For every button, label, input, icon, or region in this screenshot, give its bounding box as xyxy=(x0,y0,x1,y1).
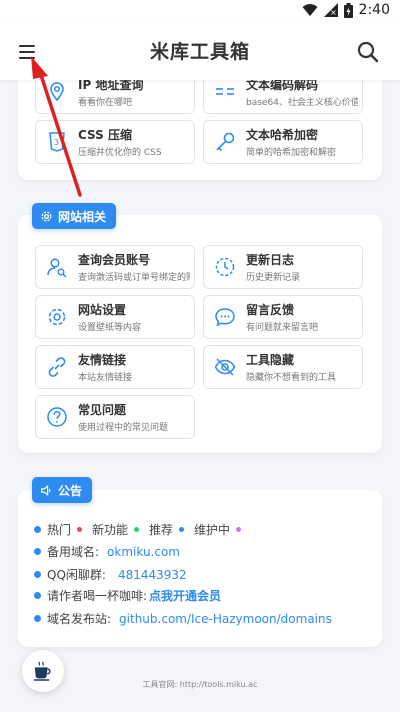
bullet xyxy=(34,592,41,599)
tool-desc: 简单的哈希加密和解密 xyxy=(246,148,337,158)
notice-backup-domain: 备用域名: okmiku.com xyxy=(34,543,180,560)
tool-desc: 使用过程中的常见问题 xyxy=(78,423,169,433)
legend-recommend: 推荐 xyxy=(149,523,174,537)
page-title: 米库工具箱 xyxy=(149,41,250,63)
tool-hide-tools[interactable]: 工具隐藏 隐藏你不想看到的工具 xyxy=(203,345,363,389)
eye-off-icon xyxy=(214,358,236,376)
tool-site-settings[interactable]: 网站设置 设置壁纸等内容 xyxy=(35,295,195,339)
tool-name: 查询会员账号 xyxy=(78,253,151,267)
location-icon xyxy=(50,82,64,102)
history-icon xyxy=(215,257,235,277)
tool-name: 文本哈希加密 xyxy=(246,128,319,142)
tool-desc: 查询激活码或订单号绑定的账号 xyxy=(78,273,190,283)
battery-icon xyxy=(343,2,353,18)
tool-text-hash[interactable]: 文本哈希加密 简单的哈希加密和解密 xyxy=(203,120,363,164)
legend-maintenance-dot xyxy=(236,527,242,532)
tool-desc: 看看你在哪吧 xyxy=(78,98,133,108)
tool-changelog[interactable]: 更新日志 历史更新记录 xyxy=(203,245,363,289)
domain-publish-label: 域名发布站: xyxy=(47,612,112,626)
website-section-title: 网站相关 xyxy=(58,209,107,224)
status-time: 2:40 xyxy=(358,2,390,18)
tool-feedback[interactable]: 留言反馈 有问题就来留言吧 xyxy=(203,295,363,339)
tool-desc: 隐藏你不想看到的工具 xyxy=(246,373,337,383)
gear-icon xyxy=(41,210,52,222)
coffee-fab-button[interactable] xyxy=(22,650,64,692)
website-card: 查询会员账号 查询激活码或订单号绑定的账号 更新日志 历史更新记录 网站设置 设… xyxy=(18,215,382,453)
tools-card: IP 地址查询 看看你在哪吧 文本编码解码 base64、社会主义核心价值观编码… xyxy=(18,70,382,180)
backup-domain-label: 备用域名: xyxy=(47,545,100,559)
svg-text:×: × xyxy=(330,8,337,17)
legend-new-dot xyxy=(134,527,140,532)
coffee-cup-icon xyxy=(33,661,51,681)
tool-name: 常见问题 xyxy=(78,403,127,417)
notice-qq-group: QQ闲聊群: 481443932 xyxy=(34,566,187,583)
link-icon xyxy=(48,357,66,377)
qq-group-link[interactable]: 481443932 xyxy=(118,568,187,582)
notice-coffee: 请作者喝一杯咖啡: 点我开通会员 xyxy=(34,587,221,604)
tool-desc: 压缩并优化你的 CSS xyxy=(78,148,162,158)
search-icon xyxy=(357,41,379,63)
user-search-icon xyxy=(47,258,67,278)
tool-name: 网站设置 xyxy=(78,303,127,317)
notice-section-badge: 公告 xyxy=(32,477,93,503)
tool-name: 留言反馈 xyxy=(246,303,295,317)
css3-icon: 3 xyxy=(49,132,65,152)
website-section-badge: 网站相关 xyxy=(32,203,117,229)
notice-section-title: 公告 xyxy=(58,483,83,498)
tool-name: 更新日志 xyxy=(246,253,295,267)
app-bar: 米库工具箱 xyxy=(0,24,400,80)
legend-hot-dot xyxy=(77,527,83,532)
notice-domain-publish: 域名发布站: github.com/Ice-Hazymoon/domains xyxy=(34,610,332,627)
question-icon xyxy=(47,407,67,427)
svg-text:3: 3 xyxy=(54,138,59,147)
tool-desc: 有问题就来留言吧 xyxy=(246,323,319,333)
signal-icon: × xyxy=(323,3,338,17)
gear-icon xyxy=(48,308,66,326)
speaker-icon xyxy=(41,484,51,496)
wifi-icon xyxy=(302,4,318,16)
tool-desc: 本站友情链接 xyxy=(78,373,133,383)
tool-desc: 设置壁纸等内容 xyxy=(78,323,142,333)
tool-css-compress[interactable]: 3 CSS 压缩 压缩并优化你的 CSS xyxy=(35,120,195,164)
tool-name: CSS 压缩 xyxy=(78,128,132,142)
tool-name: 工具隐藏 xyxy=(246,353,295,367)
equals-icon xyxy=(216,88,234,95)
tool-desc: 历史更新记录 xyxy=(246,273,301,283)
qq-group-label: QQ闲聊群: xyxy=(47,568,106,582)
key-icon xyxy=(216,132,235,152)
open-membership-link[interactable]: 点我开通会员 xyxy=(149,587,221,604)
search-button[interactable] xyxy=(354,38,382,66)
legend-new: 新功能 xyxy=(92,523,129,537)
tool-name: 友情链接 xyxy=(78,353,127,367)
bullet xyxy=(34,615,41,622)
domain-publish-link[interactable]: github.com/Ice-Hazymoon/domains xyxy=(119,612,332,626)
chat-icon xyxy=(215,308,235,327)
legend-recommend-dot xyxy=(179,527,185,532)
coffee-text: 请作者喝一杯咖啡: xyxy=(47,589,148,603)
bullet xyxy=(34,548,41,555)
bullet xyxy=(34,526,41,533)
notice-legend: 热门 新功能 推荐 维护中 xyxy=(34,521,247,538)
tool-desc: base64、社会主义核心价值观编码 xyxy=(246,98,358,108)
status-bar: × 2:40 xyxy=(0,0,400,24)
bullet xyxy=(34,571,41,578)
backup-domain-link[interactable]: okmiku.com xyxy=(107,545,180,559)
tool-friend-links[interactable]: 友情链接 本站友情链接 xyxy=(35,345,195,389)
legend-hot: 热门 xyxy=(47,523,72,537)
legend-maintenance: 维护中 xyxy=(194,523,231,537)
tool-faq[interactable]: 常见问题 使用过程中的常见问题 xyxy=(35,395,195,439)
tool-member-query[interactable]: 查询会员账号 查询激活码或订单号绑定的账号 xyxy=(35,245,195,289)
